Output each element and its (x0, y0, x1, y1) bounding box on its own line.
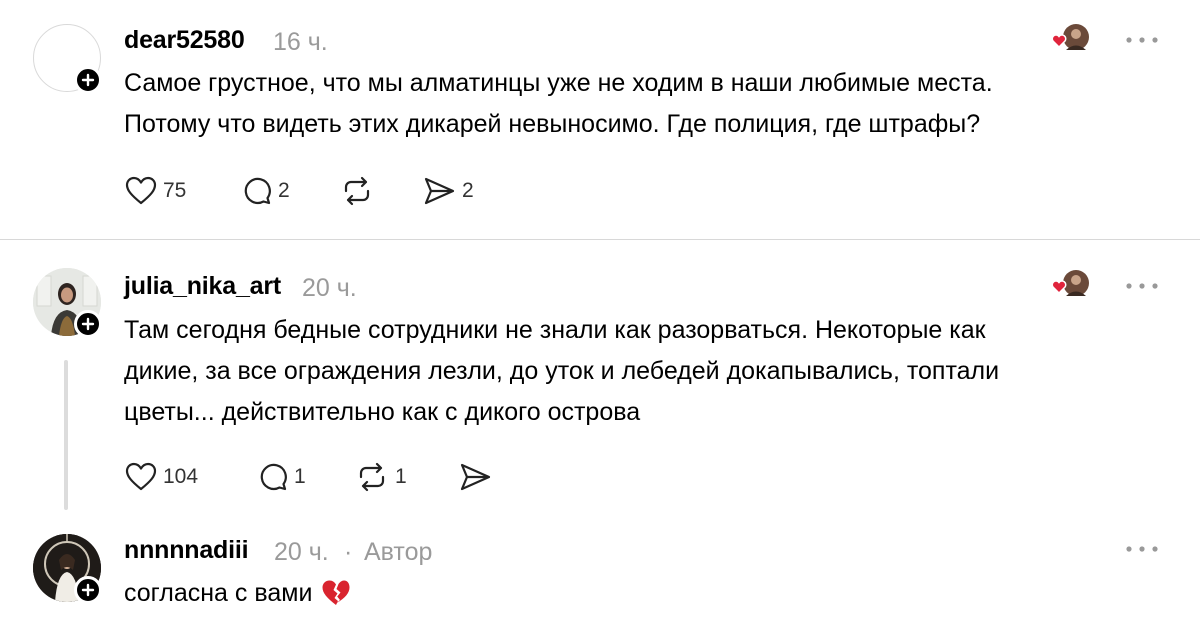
timestamp[interactable]: 20 ч. (302, 274, 357, 303)
follow-button[interactable] (74, 576, 102, 604)
username[interactable]: dear52580 (124, 26, 245, 55)
plus-icon (81, 73, 95, 87)
share-button[interactable]: 2 (422, 173, 474, 209)
like-count: 104 (163, 465, 199, 488)
username[interactable]: nnnnnadiii (124, 536, 249, 565)
comment-3: nnnnnadiii 20 ч. · Автор согласна с вами (0, 520, 1200, 627)
send-icon (460, 463, 491, 491)
author-badge: Автор (364, 538, 433, 566)
send-icon (424, 177, 455, 205)
reply-button[interactable]: 1 (258, 459, 306, 495)
like-count: 75 (163, 179, 187, 202)
thread-line (64, 360, 68, 510)
comment-text: согласна с вами (124, 579, 313, 607)
username[interactable]: julia_nika_art (124, 272, 281, 301)
comment-icon (244, 177, 271, 205)
share-button[interactable] (458, 459, 498, 495)
plus-icon (81, 583, 95, 597)
separator: · (344, 538, 353, 566)
comment-text-line: Самое грустное, что мы алматинцы уже не … (124, 69, 993, 97)
heart-icon (125, 176, 157, 205)
repost-icon (344, 176, 370, 206)
like-button[interactable]: 104 (125, 459, 198, 495)
timestamp[interactable]: 20 ч. (274, 538, 329, 567)
comment-icon (260, 463, 287, 491)
follow-button[interactable] (74, 310, 102, 338)
repost-count: 1 (395, 465, 407, 488)
liked-by-author-icon (1050, 23, 1090, 53)
follow-button[interactable] (74, 66, 102, 94)
reply-button[interactable]: 2 (242, 173, 290, 209)
comment-text-line: дикие, за все ограждения лезли, до уток … (124, 357, 1000, 385)
reply-count: 1 (294, 465, 306, 488)
repost-button[interactable]: 1 (355, 459, 407, 495)
repost-button[interactable] (340, 173, 380, 209)
comment-text-line: Потому что видеть этих дикарей невыносим… (124, 110, 981, 138)
liked-by-author-icon (1050, 269, 1090, 299)
repost-icon (359, 462, 385, 492)
plus-icon (81, 317, 95, 331)
more-options-icon[interactable] (1124, 281, 1160, 291)
more-options-icon[interactable] (1124, 35, 1160, 45)
like-button[interactable]: 75 (125, 173, 186, 209)
comment-2: julia_nika_art 20 ч. Там сегодня бедные … (0, 240, 1200, 520)
comment-1: dear52580 16 ч. Самое грустное, что мы а… (0, 0, 1200, 239)
comment-text-line: цветы... действительно как с дикого остр… (124, 398, 641, 426)
broken-heart-icon (322, 580, 350, 605)
comment-text-line: Там сегодня бедные сотрудники не знали к… (124, 316, 986, 344)
more-options-icon[interactable] (1124, 544, 1160, 554)
comment-text-line: согласна с вами (124, 573, 351, 614)
share-count: 2 (462, 179, 474, 202)
timestamp[interactable]: 16 ч. (273, 28, 328, 57)
reply-count: 2 (278, 179, 290, 202)
heart-icon (125, 462, 157, 491)
